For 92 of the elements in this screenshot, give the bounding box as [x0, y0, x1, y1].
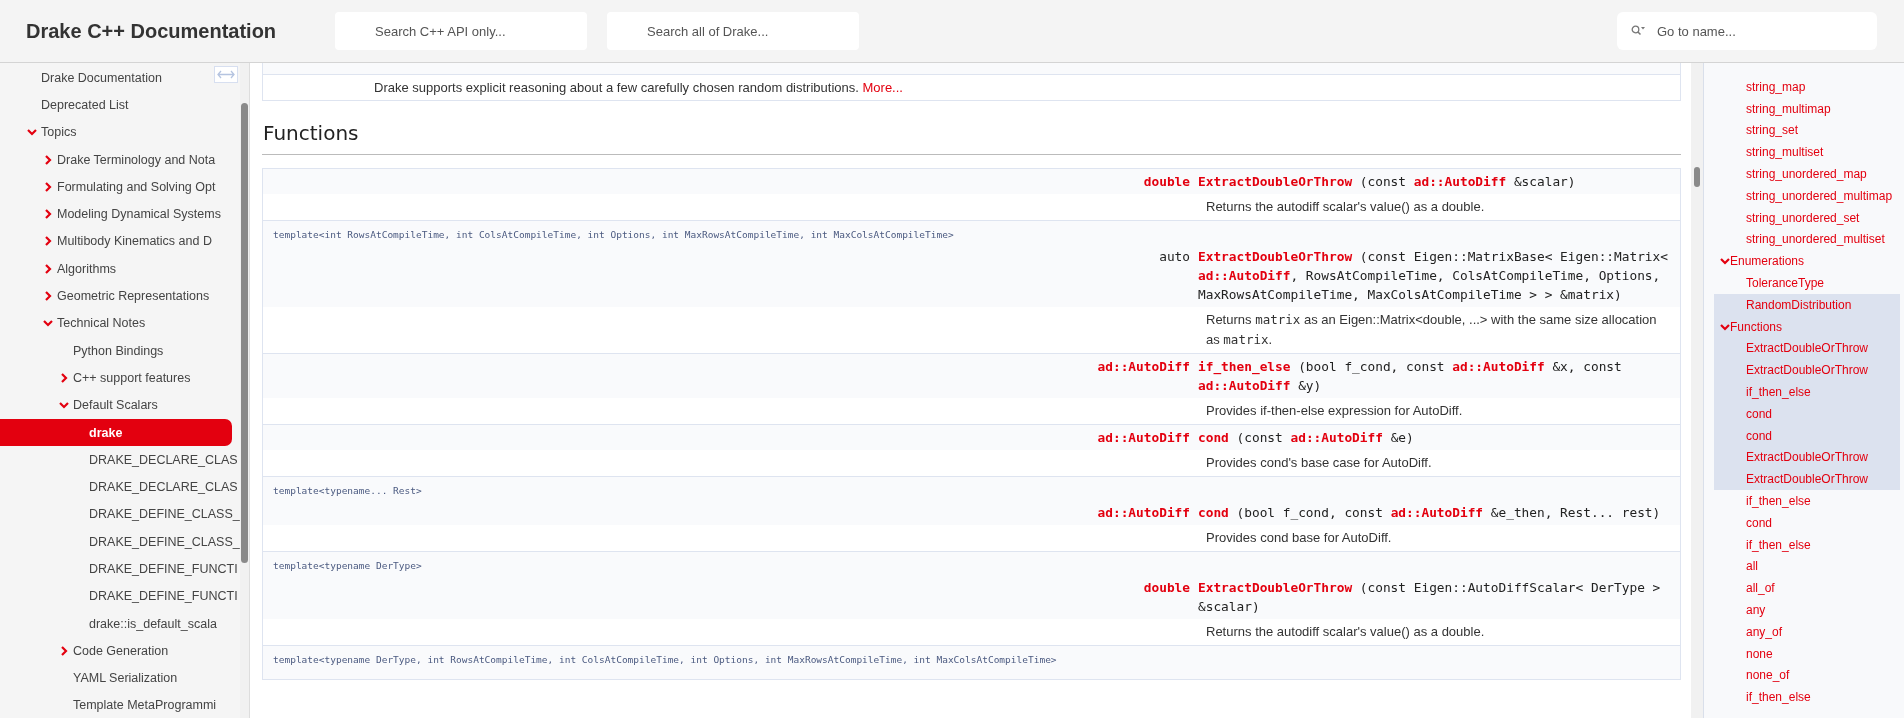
nav-item[interactable]: Functions — [1714, 315, 1900, 338]
nav-item[interactable]: string_set — [1714, 119, 1900, 142]
nav-item[interactable]: RandomDistribution — [1714, 293, 1900, 316]
nav-item[interactable]: ToleranceType — [1714, 272, 1900, 294]
nav-item[interactable]: string_unordered_map — [1714, 163, 1900, 185]
scrollbar[interactable] — [240, 63, 249, 718]
sidebar-item[interactable]: Template MetaProgrammi — [0, 691, 239, 718]
nav-item[interactable]: string_map — [1714, 76, 1900, 98]
sidebar-item[interactable]: Topics — [0, 118, 239, 146]
scrollbar[interactable] — [1691, 63, 1703, 718]
sidebar-item[interactable]: Python Bindings — [0, 336, 239, 365]
chevron-icon[interactable] — [43, 291, 53, 301]
nav-item[interactable]: string_multimap — [1714, 97, 1900, 120]
sidebar-item[interactable]: Technical Notes — [0, 309, 239, 337]
nav-item[interactable]: none_of — [1714, 664, 1900, 687]
nav-item[interactable]: if_then_else — [1714, 490, 1900, 512]
chevron-icon[interactable] — [43, 263, 53, 274]
template-declaration: template<int RowsAtCompileTime, int ColsAtCompileTime, int Options, int MaxRowsAtCompileTime, int MaxColsAtCompileTime> — [273, 229, 954, 240]
nav-item[interactable]: string_unordered_multimap — [1714, 185, 1900, 207]
nav-item[interactable]: all — [1714, 555, 1900, 578]
function-description: Provides if-then-else expression for AutoDiff. — [1206, 403, 1463, 418]
section-heading: Functions — [262, 121, 1681, 155]
nav-item[interactable]: ExtractDoubleOrThrow — [1714, 468, 1900, 491]
nav-item[interactable]: ExtractDoubleOrThrow — [1714, 337, 1900, 360]
sidebar-item[interactable]: Drake Terminology and Nota — [0, 145, 239, 174]
nav-item[interactable]: if_then_else — [1714, 533, 1900, 556]
return-type: double — [1143, 580, 1190, 595]
sidebar-item[interactable]: Multibody Kinematics and D — [0, 227, 239, 256]
sidebar-item[interactable]: C++ support features — [0, 364, 239, 392]
chevron-icon[interactable] — [43, 154, 53, 165]
nav-item[interactable]: string_multiset — [1714, 141, 1900, 164]
sidebar-item[interactable]: Geometric Representations — [0, 282, 239, 310]
chevron-icon[interactable] — [59, 645, 69, 656]
chevron-icon[interactable] — [43, 181, 53, 192]
sidebar-item[interactable]: drake::is_default_scala — [0, 609, 239, 638]
function-description: Returns the autodiff scalar's value() as a double. — [1206, 624, 1485, 639]
template-declaration: template<typename... Rest> — [273, 485, 422, 496]
nav-item[interactable]: none — [1714, 642, 1900, 665]
template-declaration: template<typename DerType> — [273, 560, 422, 571]
chevron-icon[interactable] — [59, 400, 69, 411]
nav-item[interactable]: if_then_else — [1714, 381, 1900, 403]
chevron-icon[interactable] — [1720, 256, 1730, 267]
sidebar-item[interactable]: drake — [0, 418, 232, 447]
summary-text: Drake supports explicit reasoning about a few carefully chosen random distributions. More... — [374, 80, 903, 95]
nav-item[interactable]: Enumerations — [1714, 250, 1900, 273]
sidebar-item[interactable]: DRAKE_DEFINE_CLASS_ — [0, 528, 239, 556]
nav-item[interactable]: string_unordered_multiset — [1714, 228, 1900, 251]
more-link[interactable]: More... — [862, 80, 903, 95]
return-type: ad::AutoDiff — [1097, 359, 1190, 374]
go-to-name-field[interactable]: Go to name... — [1617, 12, 1877, 50]
nav-item[interactable]: cond — [1714, 402, 1900, 425]
function-description: Provides cond base for AutoDiff. — [1206, 530, 1392, 545]
search-field[interactable]: Search all of Drake... — [607, 12, 859, 50]
chevron-icon[interactable] — [59, 372, 69, 383]
sidebar-item[interactable]: Algorithms — [0, 255, 239, 283]
sidebar-item[interactable]: YAML Serialization — [0, 664, 239, 692]
chevron-icon[interactable] — [43, 209, 53, 220]
nav-item[interactable]: ExtractDoubleOrThrow — [1714, 446, 1900, 469]
return-type: ad::AutoDiff — [1097, 430, 1190, 445]
sidebar-item[interactable]: DRAKE_DECLARE_CLAS — [0, 446, 239, 474]
nav-item[interactable]: all_of — [1714, 577, 1900, 600]
nav-item[interactable]: cond — [1714, 511, 1900, 534]
nav-item[interactable]: ExtractDoubleOrThrow — [1714, 359, 1900, 382]
nav-item[interactable]: if_then_else — [1714, 686, 1900, 709]
return-type: ad::AutoDiff — [1097, 505, 1190, 520]
search-field[interactable]: Search C++ API only... — [335, 12, 587, 50]
sidebar-item[interactable]: Default Scalars — [0, 391, 239, 419]
chevron-icon[interactable] — [27, 127, 37, 138]
nav-item[interactable]: any_of — [1714, 620, 1900, 643]
sidebar-item[interactable]: Drake Documentation — [0, 64, 239, 92]
site-title: Drake C++ Documentation — [26, 19, 278, 43]
function-description: Provides cond's base case for AutoDiff. — [1206, 455, 1432, 470]
chevron-icon[interactable] — [43, 236, 53, 247]
search-icon — [1631, 25, 1645, 37]
nav-item[interactable]: string_unordered_set — [1714, 206, 1900, 229]
function-description: Returns matrix as an Eigen::Matrix<double, ...> with the same size allocation as matrix. — [1206, 312, 1657, 347]
return-type: double — [1143, 174, 1190, 189]
nav-item[interactable]: any — [1714, 599, 1900, 621]
sidebar-item[interactable]: Modeling Dynamical Systems — [0, 200, 239, 228]
sidebar-item[interactable]: DRAKE_DEFINE_CLASS_ — [0, 500, 239, 529]
sidebar-item[interactable]: DRAKE_DECLARE_CLAS — [0, 473, 239, 501]
template-declaration: template<typename DerType, int RowsAtCompileTime, int ColsAtCompileTime, int Options, int MaxRowsAtCompileTime, int MaxColsAtCompileTime> — [273, 654, 1057, 665]
sidebar-item[interactable]: Formulating and Solving Opt — [0, 173, 239, 201]
sidebar-item[interactable]: Deprecated List — [0, 91, 239, 119]
function-description: Returns the autodiff scalar's value() as a double. — [1206, 199, 1485, 214]
sidebar-item[interactable]: DRAKE_DEFINE_FUNCTI — [0, 582, 239, 610]
nav-item[interactable]: cond — [1714, 424, 1900, 447]
return-type: auto — [1159, 249, 1190, 264]
chevron-icon[interactable] — [1720, 321, 1730, 332]
sidebar-item[interactable]: Code Generation — [0, 637, 239, 665]
chevron-icon[interactable] — [43, 318, 53, 329]
sidebar-item[interactable]: DRAKE_DEFINE_FUNCTI — [0, 555, 239, 583]
